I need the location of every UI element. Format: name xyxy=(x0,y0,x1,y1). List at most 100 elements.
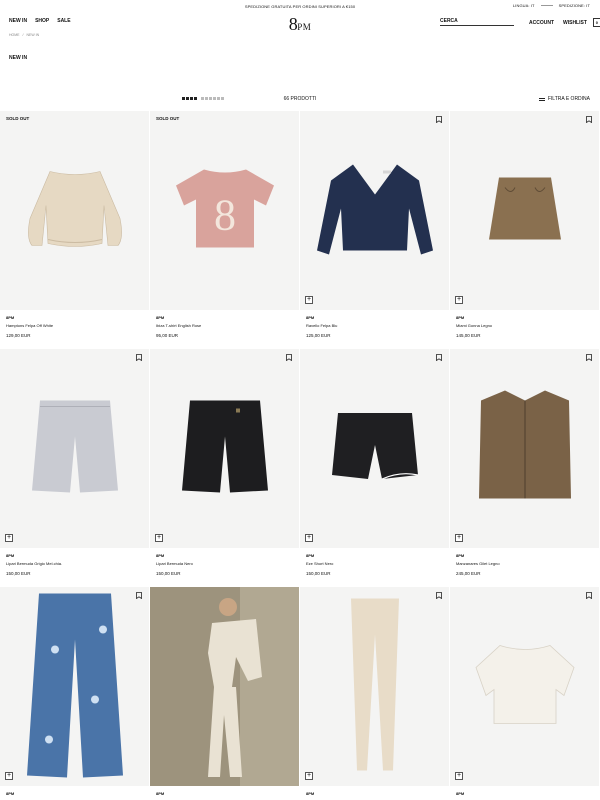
product-info: 8PM xyxy=(0,786,149,796)
product-card[interactable]: SOLD OUT 8PM Hamptons Felpa Off White 129,0… xyxy=(0,111,149,349)
quick-add-button[interactable]: + xyxy=(455,534,463,542)
page-title: NEW IN xyxy=(9,55,28,61)
product-info: 8PM Hamptons Felpa Off White 129,00 EUR xyxy=(0,310,149,338)
product-price: 245,00 EUR xyxy=(456,571,481,576)
product-name[interactable]: Miami Gonna Legno xyxy=(456,323,593,328)
product-brand: 8PM xyxy=(156,315,165,320)
locale-selector: LINGUA: IT SPEDIZIONE: IT xyxy=(513,3,590,8)
product-price: 150,00 EUR xyxy=(156,571,181,576)
product-info: 8PM Ibiza T-shirt English Rose 95,00 EUR xyxy=(150,310,299,338)
quick-add-button[interactable]: + xyxy=(455,296,463,304)
breadcrumb-current: NEW IN xyxy=(26,33,40,37)
product-card[interactable]: 8 SOLD OUT 8PM Ibiza T-shirt English Rose 95… xyxy=(150,111,299,349)
product-info: 8PM xyxy=(150,786,299,796)
product-name[interactable]: Manzanares Gilet Legno xyxy=(456,561,593,566)
bookmark-icon[interactable] xyxy=(136,354,142,361)
bookmark-icon[interactable] xyxy=(586,354,592,361)
quick-add-button[interactable]: + xyxy=(5,534,13,542)
product-name[interactable]: Ravello Felpa Blu xyxy=(306,323,443,328)
product-card[interactable]: +8PM xyxy=(0,587,149,800)
bookmark-icon[interactable] xyxy=(286,354,292,361)
shipping-country-selector[interactable]: SPEDIZIONE: IT xyxy=(559,3,590,8)
product-image[interactable]: + xyxy=(450,111,599,310)
product-brand: 8PM xyxy=(456,791,465,796)
nav-new-in[interactable]: NEW IN xyxy=(9,18,27,24)
product-card[interactable]: +8PM Eze Short Nero 150,00 EUR xyxy=(300,349,449,587)
sold-out-badge: SOLD OUT xyxy=(6,116,30,121)
bookmark-icon[interactable] xyxy=(586,116,592,123)
product-name[interactable]: Ibiza T-shirt English Rose xyxy=(156,323,293,328)
quick-add-button[interactable]: + xyxy=(5,772,13,780)
brand-logo[interactable]: 8PM xyxy=(289,14,312,35)
divider xyxy=(540,5,553,6)
top-white-image xyxy=(470,639,580,734)
grid-4-icon[interactable] xyxy=(182,97,197,100)
bookmark-icon[interactable] xyxy=(436,116,442,123)
bag-icon[interactable]: 0 xyxy=(592,18,600,27)
product-name[interactable]: Lipari Bermuda Grigio Mel.chia. xyxy=(6,561,143,566)
product-card[interactable]: +8PM xyxy=(300,587,449,800)
shipping-promo: SPEDIZIONE GRATUITA PER ORDINI SUPERIORI… xyxy=(244,3,356,9)
product-name[interactable]: Hamptons Felpa Off White xyxy=(6,323,143,328)
quick-add-button[interactable]: + xyxy=(305,534,313,542)
product-image[interactable] xyxy=(150,587,299,786)
product-price: 95,00 EUR xyxy=(156,333,179,338)
breadcrumb-home[interactable]: HOME xyxy=(9,33,20,37)
product-card[interactable]: +8PM Manzanares Gilet Legno 245,00 EUR xyxy=(450,349,599,587)
product-image[interactable]: + xyxy=(450,349,599,548)
product-image[interactable]: + xyxy=(150,349,299,548)
product-card[interactable]: +8PM Ravello Felpa Blu 125,00 EUR xyxy=(300,111,449,349)
quick-add-button[interactable]: + xyxy=(155,534,163,542)
product-image[interactable]: + xyxy=(300,111,449,310)
product-info: 8PM Manzanares Gilet Legno 245,00 EUR xyxy=(450,548,599,576)
product-count: 66 PRODOTTI xyxy=(283,96,317,102)
search-input[interactable]: CERCA xyxy=(440,18,514,26)
quick-add-button[interactable]: + xyxy=(455,772,463,780)
bermuda-image xyxy=(30,396,120,501)
filter-button[interactable]: FILTRA E ORDINA xyxy=(538,96,590,102)
product-name[interactable]: Lipari Bermuda Nero xyxy=(156,561,293,566)
product-brand: 8PM xyxy=(6,553,15,558)
product-image[interactable]: + xyxy=(450,587,599,786)
quick-add-button[interactable]: + xyxy=(305,296,313,304)
product-image[interactable]: + xyxy=(300,349,449,548)
tshirt-image: 8 xyxy=(170,163,280,258)
product-card[interactable]: +8PM Lipari Bermuda Grigio Mel.chia. 150,0… xyxy=(0,349,149,587)
product-name[interactable]: Eze Short Nero xyxy=(306,561,443,566)
product-info: 8PM Eze Short Nero 150,00 EUR xyxy=(300,548,449,576)
nav-shop[interactable]: SHOP xyxy=(35,18,49,24)
bermuda-black-image xyxy=(180,396,270,501)
product-card[interactable]: 8PM xyxy=(150,587,299,800)
wishlist-link[interactable]: WISHLIST xyxy=(563,20,587,26)
product-brand: 8PM xyxy=(456,553,465,558)
language-selector[interactable]: LINGUA: IT xyxy=(513,3,535,8)
product-image[interactable]: + xyxy=(0,587,149,786)
bookmark-icon[interactable] xyxy=(436,592,442,599)
bookmark-icon[interactable] xyxy=(586,592,592,599)
product-card[interactable]: +8PM Miami Gonna Legno 145,00 EUR xyxy=(450,111,599,349)
product-price: 125,00 EUR xyxy=(306,333,331,338)
grid-view-toggle xyxy=(182,97,224,100)
product-brand: 8PM xyxy=(306,791,315,796)
product-image[interactable]: + xyxy=(300,587,449,786)
product-card[interactable]: +8PM xyxy=(450,587,599,800)
product-card[interactable]: +8PM Lipari Bermuda Nero 150,00 EUR xyxy=(150,349,299,587)
bookmark-icon[interactable] xyxy=(136,592,142,599)
model-photo-image xyxy=(150,587,299,786)
product-image[interactable]: SOLD OUT xyxy=(0,111,149,310)
product-info: 8PM xyxy=(450,786,599,796)
product-brand: 8PM xyxy=(6,315,15,320)
bookmark-icon[interactable] xyxy=(436,354,442,361)
product-info: 8PM xyxy=(300,786,449,796)
nav-sale[interactable]: SALE xyxy=(57,18,70,24)
quick-add-button[interactable]: + xyxy=(305,772,313,780)
product-price: 150,00 EUR xyxy=(6,571,31,576)
account-link[interactable]: ACCOUNT xyxy=(529,20,554,26)
svg-text:8: 8 xyxy=(214,190,236,239)
product-info: 8PM Lipari Bermuda Grigio Mel.chia. 150,00… xyxy=(0,548,149,576)
product-image[interactable]: + xyxy=(0,349,149,548)
product-image[interactable]: 8 SOLD OUT xyxy=(150,111,299,310)
product-brand: 8PM xyxy=(306,553,315,558)
grid-6-icon[interactable] xyxy=(201,97,224,100)
product-price: 150,00 EUR xyxy=(306,571,331,576)
